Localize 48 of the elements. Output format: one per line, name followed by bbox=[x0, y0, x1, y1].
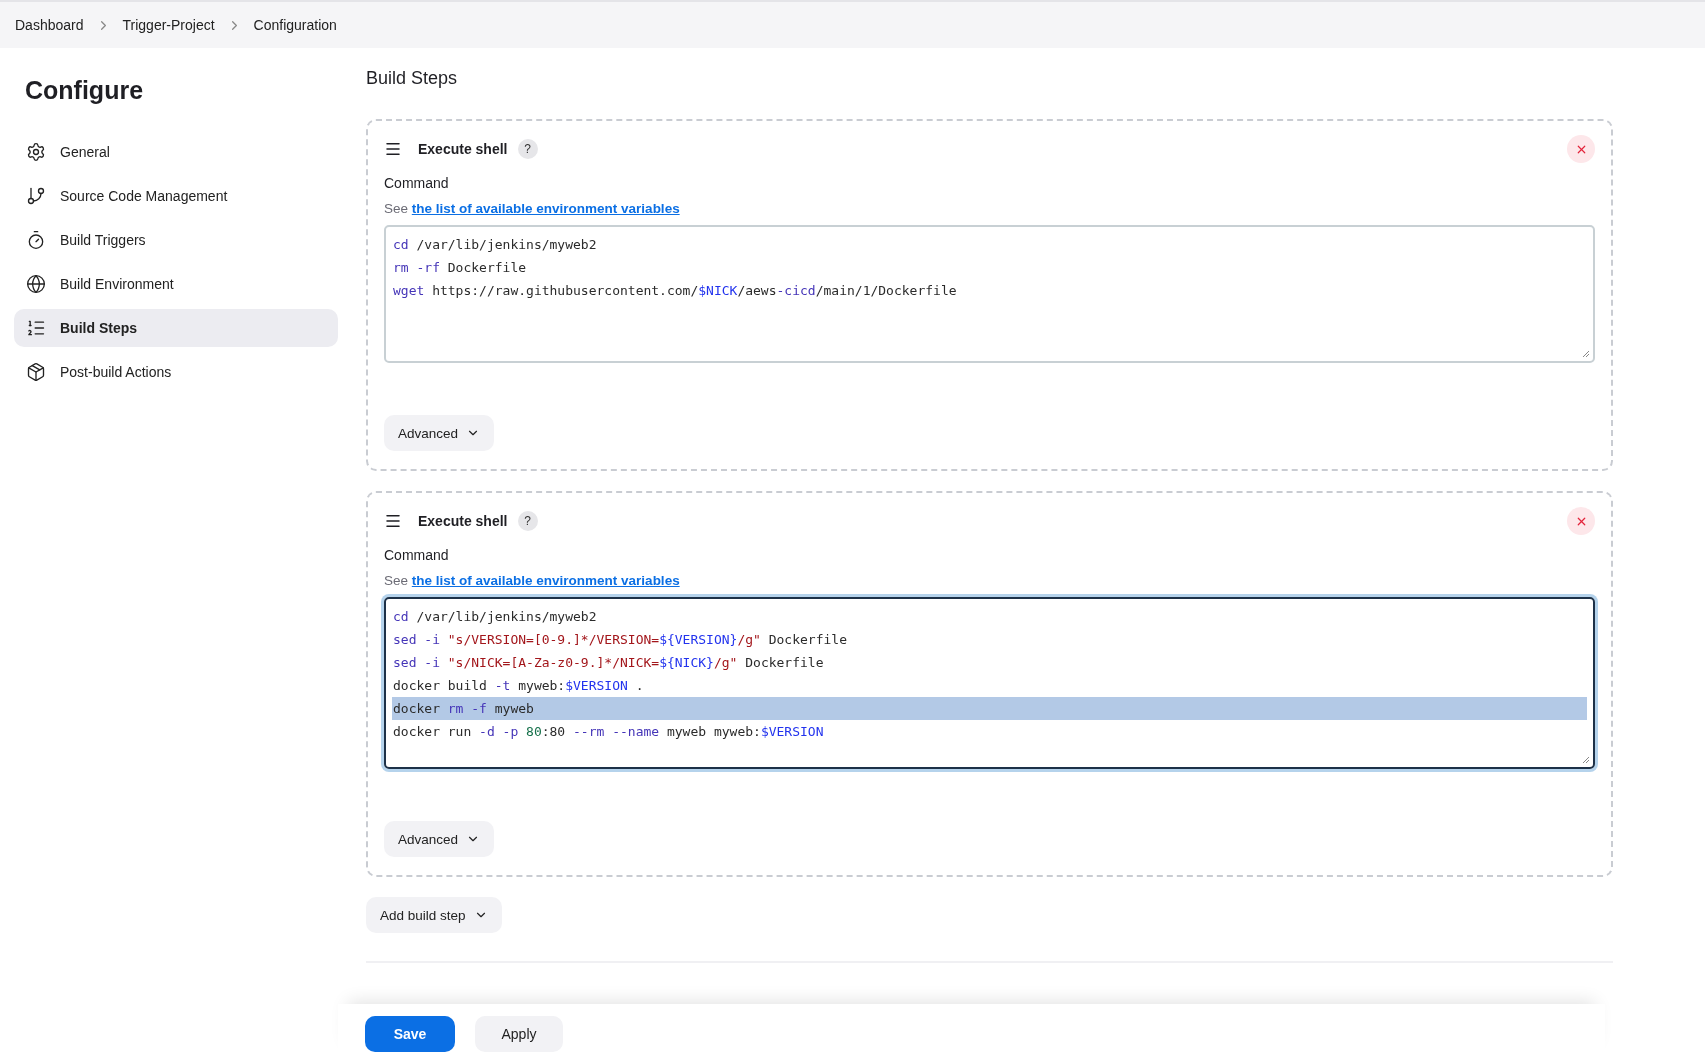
apply-button[interactable]: Apply bbox=[475, 1016, 563, 1052]
code-line: cd /var/lib/jenkins/myweb2 bbox=[392, 236, 598, 254]
sidebar-title: Configure bbox=[25, 76, 145, 105]
sidebar-item[interactable]: Post-build Actions bbox=[14, 353, 338, 391]
branch-icon bbox=[26, 186, 46, 206]
globe-icon bbox=[26, 274, 46, 294]
sidebar-item[interactable]: Source Code Management bbox=[14, 177, 338, 215]
settings-icon bbox=[26, 142, 46, 162]
close-button[interactable] bbox=[1567, 507, 1595, 535]
step-title: Execute shell bbox=[418, 141, 508, 157]
package-icon bbox=[26, 362, 46, 382]
code-line: cd /var/lib/jenkins/myweb2 bbox=[392, 608, 598, 626]
code-line: docker build -t myweb:$VERSION . bbox=[392, 677, 645, 695]
sidebar-item[interactable]: Build Steps bbox=[14, 309, 338, 347]
sidebar-item[interactable]: Build Triggers bbox=[14, 221, 338, 259]
variables-link[interactable]: the list of available environment variables bbox=[411, 201, 680, 216]
breadcrumb-link[interactable]: Configuration bbox=[253, 17, 337, 33]
hint-text: See the list of available environment variables bbox=[384, 201, 681, 216]
advanced-button[interactable]: Advanced bbox=[384, 821, 495, 857]
breadcrumb-link[interactable]: Dashboard bbox=[15, 17, 84, 33]
save-button[interactable]: Save bbox=[365, 1016, 455, 1052]
close-button[interactable] bbox=[1567, 135, 1595, 163]
field-label: Command bbox=[384, 547, 450, 563]
help-button[interactable]: ? bbox=[517, 139, 538, 159]
sidebar-item[interactable]: General bbox=[14, 133, 338, 171]
field-label: Command bbox=[384, 175, 450, 191]
add-build-step-button[interactable]: Add build step bbox=[366, 897, 502, 933]
section-heading: Build Steps bbox=[366, 68, 459, 89]
resize-handle-icon[interactable] bbox=[1582, 756, 1590, 764]
drag-handle-icon[interactable] bbox=[384, 140, 402, 158]
step-title: Execute shell bbox=[418, 513, 508, 529]
timer-icon bbox=[26, 230, 46, 250]
list-icon bbox=[26, 318, 46, 338]
resize-handle-icon[interactable] bbox=[1582, 350, 1590, 358]
code-line: sed -i "s/VERSION=[0-9.]*/VERSION=${VERSION}/g" Dockerfile bbox=[392, 631, 848, 649]
code-line: sed -i "s/NICK=[A-Za-z0-9.]*/NICK=${NICK}/g" Dockerfile bbox=[392, 654, 825, 672]
breadcrumb-link[interactable]: Trigger-Project bbox=[122, 17, 215, 33]
drag-handle-icon[interactable] bbox=[384, 512, 402, 530]
code-line: docker run -d -p 80:80 --rm --name myweb myweb:$VERSION bbox=[392, 723, 825, 741]
command-field[interactable] bbox=[384, 597, 1595, 769]
sidebar-item[interactable]: Build Environment bbox=[14, 265, 338, 303]
command-field[interactable]: cd /var/lib/jenkins/myweb2 rm -rf Dockerfile wget https://raw.githubusercontent.com/$NICK/aews-cicd/main/1/Dockerfile bbox=[384, 225, 1595, 363]
hint-text: See the list of available environment variables bbox=[384, 573, 681, 588]
variables-link[interactable]: the list of available environment variables bbox=[411, 573, 680, 588]
code-line: wget https://raw.githubusercontent.com/$NICK/aews-cicd/main/1/Dockerfile bbox=[392, 282, 958, 300]
advanced-button[interactable]: Advanced bbox=[384, 415, 495, 451]
code-line: rm -rf Dockerfile bbox=[392, 259, 528, 277]
help-button[interactable]: ? bbox=[517, 511, 538, 531]
